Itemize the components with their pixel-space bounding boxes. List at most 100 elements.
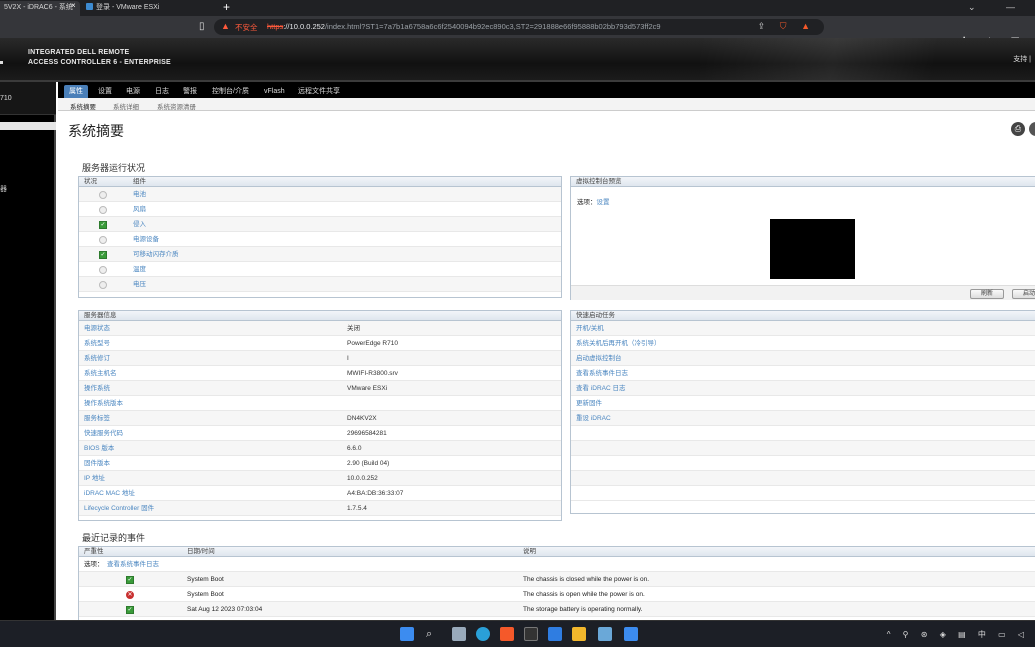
quick-launch-row: 重设 iDRAC <box>571 411 1035 426</box>
quick-launch-row: 查看系统事件日志 <box>571 366 1035 381</box>
sidebar-item-label[interactable]: 器 <box>0 184 7 194</box>
bookmark-icon[interactable]: ▯ <box>199 21 205 32</box>
sidebar-server-item[interactable]: 710 <box>0 82 56 115</box>
print-icon[interactable]: ⎙ <box>1011 122 1025 136</box>
brand-line2: ACCESS CONTROLLER 6 - ENTERPRISE <box>28 59 171 66</box>
server-info-row: BIOS 版本 6.6.0 <box>79 441 561 456</box>
health-row: 风扇 <box>79 202 561 217</box>
console-settings-link[interactable]: 设置 <box>597 199 610 206</box>
url-text[interactable]: https://10.0.0.252/index.html?ST1=7a7b1a… <box>267 22 661 31</box>
health-component-link[interactable]: 可移动闪存介质 <box>133 247 179 262</box>
event-row: ✓ System Boot The chassis is closed while … <box>79 572 1035 587</box>
health-component-link[interactable]: 电源设备 <box>133 232 159 247</box>
new-tab-button[interactable]: + <box>223 0 230 15</box>
quick-launch-row: 系统关机后再开机（冷引导） <box>571 336 1035 351</box>
quick-launch-link[interactable]: 启动虚拟控制台 <box>576 351 622 366</box>
health-component-link[interactable]: 温度 <box>133 262 146 277</box>
status-unknown-icon <box>99 191 107 199</box>
tab-0[interactable]: 属性 <box>64 85 88 98</box>
server-info-row: 操作系统版本 <box>79 396 561 411</box>
notepad-icon[interactable] <box>624 627 638 641</box>
quick-launch-link[interactable]: 查看 iDRAC 日志 <box>576 381 625 396</box>
tab-1[interactable]: 设置 <box>93 85 117 98</box>
server-info-row: 系统型号 PowerEdge R710 <box>79 336 561 351</box>
console-preview-title: 虚拟控制台预览 <box>576 178 622 185</box>
idrac-header: INTEGRATED DELL REMOTE ACCESS CONTROLLER… <box>0 38 1035 81</box>
quick-launch-rows: 开机/关机 系统关机后再开机（冷引导） 启动虚拟控制台 查看系统事件日志 查看 iDRA… <box>571 321 1035 501</box>
launch-button[interactable]: 启动 <box>1012 289 1035 299</box>
system-tray[interactable]: ^ ⚲ ⊛ ◈ ▤ 中 ▭ ◁ <box>887 629 1029 640</box>
quick-launch-link[interactable]: 查看系统事件日志 <box>576 366 628 381</box>
health-component-link[interactable]: 风扇 <box>133 202 146 217</box>
vscode-icon[interactable] <box>548 627 562 641</box>
terminal-icon[interactable] <box>524 627 538 641</box>
view-sel-link[interactable]: 查看系统事件日志 <box>107 557 159 572</box>
event-datetime: System Boot <box>187 576 224 583</box>
start-icon[interactable] <box>400 627 414 641</box>
brave-shield-icon[interactable]: ⇪ ⛉ ▲ <box>758 21 816 32</box>
tab-3[interactable]: 日志 <box>150 85 174 98</box>
health-component-link[interactable]: 电压 <box>133 277 146 292</box>
quick-launch-row: 开机/关机 <box>571 321 1035 336</box>
event-description: The chassis is open while the power is o… <box>523 591 645 598</box>
quick-launch-link[interactable]: 开机/关机 <box>576 321 604 336</box>
close-tab-icon[interactable]: × <box>71 1 76 10</box>
subtab-2[interactable]: 系统资源清册 <box>157 101 196 111</box>
subtab-1[interactable]: 系统详细 <box>113 101 139 111</box>
server-info-value: 2.90 (Build 04) <box>347 460 390 467</box>
support-link[interactable]: 支持 | <box>1013 54 1031 64</box>
health-row: 温度 <box>79 262 561 277</box>
page-title: 系统摘要 <box>68 123 124 139</box>
tab-2[interactable]: 电源 <box>121 85 145 98</box>
health-row: ✓ 可移动闪存介质 <box>79 247 561 262</box>
status-unknown-icon <box>99 206 107 214</box>
severity-ok-icon: ✓ <box>126 576 134 584</box>
main-tabs: 属性 设置 电源 日志 警报 控制台/介质 vFlash 远程文件共享 <box>58 82 1035 98</box>
col-status: 状况 <box>84 178 97 185</box>
server-info-header: 服务器信息 <box>79 311 561 321</box>
health-component-link[interactable]: 电池 <box>133 187 146 202</box>
tab-6[interactable]: vFlash <box>259 85 290 98</box>
refresh-button[interactable]: 刷新 <box>970 289 1004 299</box>
server-info-row: 快速服务代码 29696584281 <box>79 426 561 441</box>
options-label: 选项： <box>577 199 597 206</box>
event-datetime: Sat Aug 12 2023 07:03:04 <box>187 606 263 613</box>
server-info-value: A4:BA:DB:36:33:07 <box>347 490 404 497</box>
server-info-label: 操作系统版本 <box>84 400 123 407</box>
quick-launch-link[interactable]: 更新固件 <box>576 396 602 411</box>
tab-7[interactable]: 远程文件共享 <box>293 85 345 98</box>
events-panel: 严重性 日期/时间 说明 选项： 查看系统事件日志 ✓ System Boot The… <box>78 546 1035 626</box>
search-icon[interactable]: ⌕ <box>426 627 440 641</box>
brave-icon[interactable] <box>500 627 514 641</box>
subtab-0[interactable]: 系统摘要 <box>70 101 96 111</box>
security-label[interactable]: 不安全 <box>235 22 258 33</box>
quick-launch-link[interactable]: 系统关机后再开机（冷引导） <box>576 336 661 351</box>
server-info-label: 操作系统 <box>84 385 110 392</box>
browser-tab-idrac[interactable]: 5V2X - iDRAC6 - 系统 <box>0 1 80 16</box>
event-row: ✓ Sat Aug 12 2023 07:03:04 The storage bat… <box>79 602 1035 617</box>
warning-icon[interactable]: ▲ <box>221 21 230 31</box>
quick-launch-row <box>571 471 1035 486</box>
col-component: 组件 <box>133 178 146 185</box>
address-bar[interactable]: ▲ 不安全 https://10.0.0.252/index.html?ST1=… <box>214 19 824 35</box>
browser-tab-esxi[interactable]: 登录 - VMware ESXi <box>82 1 218 16</box>
server-info-title: 服务器信息 <box>84 312 117 319</box>
quick-launch-panel: 快速启动任务 开机/关机 系统关机后再开机（冷引导） 启动虚拟控制台 查看系统事件日志… <box>570 310 1035 514</box>
task-view-icon[interactable] <box>452 627 466 641</box>
help-icon[interactable] <box>1029 122 1035 136</box>
photos-icon[interactable] <box>598 627 612 641</box>
edge-icon[interactable] <box>476 627 490 641</box>
sidebar-selected-item[interactable] <box>0 122 56 130</box>
quick-launch-link[interactable]: 重设 iDRAC <box>576 411 611 426</box>
health-row: 电池 <box>79 187 561 202</box>
url-host: ://10.0.0.252 <box>283 22 325 31</box>
console-preview-screen[interactable] <box>770 219 855 279</box>
health-component-link[interactable]: 侵入 <box>133 217 146 232</box>
server-info-value: 6.6.0 <box>347 445 362 452</box>
health-table-header: 状况 组件 <box>79 177 561 187</box>
window-controls[interactable]: ⌄ — <box>968 2 1029 13</box>
file-explorer-icon[interactable] <box>572 627 586 641</box>
tab-5[interactable]: 控制台/介质 <box>207 85 254 98</box>
options-label: 选项： <box>84 561 104 568</box>
tab-4[interactable]: 警报 <box>178 85 202 98</box>
